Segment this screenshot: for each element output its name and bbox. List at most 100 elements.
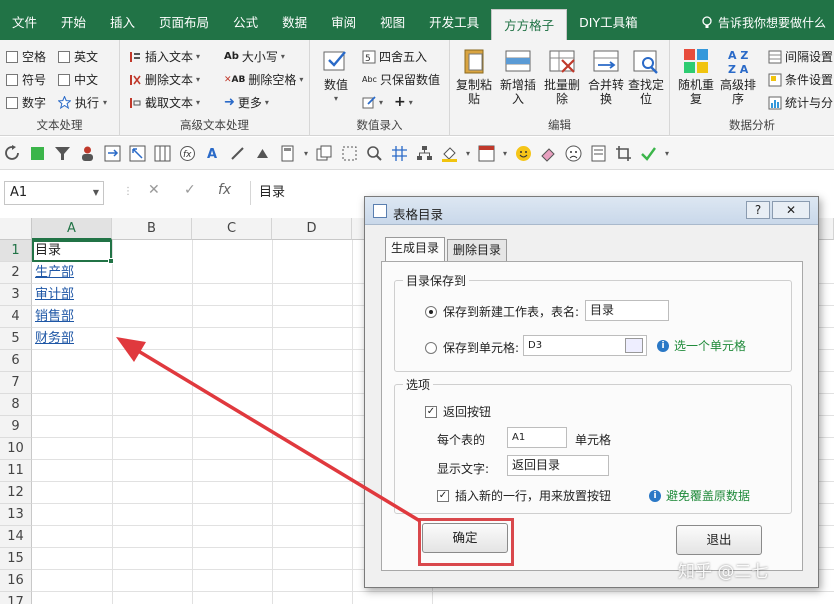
col-header-b[interactable]: B	[112, 218, 192, 240]
statistics-button[interactable]: 统计与分	[768, 94, 833, 111]
row-header[interactable]: 12	[0, 482, 32, 504]
tab-diy-toolbox[interactable]: DIY工具箱	[567, 0, 649, 40]
display-text-input[interactable]: 返回目录	[507, 455, 609, 476]
tab-delete-toc[interactable]: 删除目录	[447, 239, 508, 261]
table-arrows-icon[interactable]	[104, 145, 121, 162]
check-space[interactable]: 空格	[6, 48, 46, 65]
grid-icon[interactable]	[391, 145, 408, 162]
condition-settings-button[interactable]: 条件设置	[768, 71, 833, 88]
tab-file[interactable]: 文件	[0, 0, 49, 40]
sheet-name-input[interactable]: 目录	[585, 300, 669, 321]
select-range-icon[interactable]	[341, 145, 358, 162]
filter-icon[interactable]	[54, 145, 71, 162]
row-header[interactable]: 17	[0, 592, 32, 604]
tab-fangfanggezi[interactable]: 方方格子	[491, 9, 568, 40]
triangle-up-icon[interactable]	[254, 145, 271, 162]
tell-me-search[interactable]: 告诉我你想要做什么	[701, 14, 826, 31]
caret-icon[interactable]: ▾	[665, 149, 669, 158]
copy-icon[interactable]	[316, 145, 333, 162]
insert-text-button[interactable]: 插入文本 ▾	[128, 48, 200, 65]
checkbox[interactable]	[6, 73, 18, 86]
fill-handle[interactable]	[108, 258, 114, 264]
col-header-a[interactable]: A	[32, 218, 112, 240]
delete-spaces-button[interactable]: ✕AB 删除空格 ▾	[224, 71, 303, 88]
sheet-list-icon[interactable]	[590, 145, 607, 162]
radio-button[interactable]	[425, 305, 437, 318]
check-number[interactable]: 数字	[6, 94, 46, 111]
caret-icon[interactable]: ▾	[304, 149, 308, 158]
tab-review[interactable]: 审阅	[319, 0, 368, 40]
tab-insert[interactable]: 插入	[98, 0, 147, 40]
row-header[interactable]: 10	[0, 438, 32, 460]
dialog-title-bar[interactable]: 表格目录 ? ✕	[365, 197, 818, 225]
round-button[interactable]: 5 四舍五入	[362, 48, 427, 65]
refresh-icon[interactable]	[4, 144, 21, 162]
hierarchy-icon[interactable]	[416, 145, 433, 162]
numeric-button[interactable]: 数值 ▾	[316, 46, 356, 106]
select-all-corner[interactable]	[0, 218, 32, 240]
check-symbol[interactable]: 符号	[6, 71, 46, 88]
row-header[interactable]: 6	[0, 350, 32, 372]
help-button[interactable]: ?	[746, 201, 770, 219]
row-header[interactable]: 2	[0, 262, 32, 284]
find-locate-button[interactable]: 查找定位	[626, 46, 666, 106]
table-format-icon[interactable]	[478, 145, 495, 162]
checkbox[interactable]	[6, 50, 18, 63]
delete-text-button[interactable]: 删除文本 ▾	[128, 71, 200, 88]
col-header-c[interactable]: C	[192, 218, 272, 240]
execute-button[interactable]: 执行 ▾	[58, 94, 107, 111]
insert-function-icon[interactable]: fx	[218, 182, 231, 198]
random-repeat-button[interactable]: 随机重复	[676, 46, 716, 106]
checkbox[interactable]	[6, 96, 18, 109]
extract-text-button[interactable]: 截取文本 ▾	[128, 94, 200, 111]
tab-developer[interactable]: 开发工具	[417, 0, 491, 40]
radio-cell[interactable]: 保存到单元格:	[425, 339, 519, 356]
green-square-icon[interactable]	[29, 145, 46, 162]
checkbox-checked[interactable]: ✓	[437, 489, 449, 502]
insert-new-button[interactable]: 新增插入	[498, 46, 538, 106]
tab-view[interactable]: 视图	[368, 0, 417, 40]
magnifier-icon[interactable]	[366, 145, 383, 162]
cell-link-a2[interactable]: 生产部	[34, 262, 74, 284]
row-header[interactable]: 9	[0, 416, 32, 438]
check-english[interactable]: 英文	[58, 48, 98, 65]
advanced-sort-button[interactable]: A ZZ A 高级排序	[718, 46, 758, 106]
row-header[interactable]: 15	[0, 548, 32, 570]
fill-color-icon[interactable]	[441, 145, 458, 162]
caret-icon[interactable]: ▾	[503, 149, 507, 158]
tab-data[interactable]: 数据	[270, 0, 319, 40]
checkbox[interactable]	[58, 73, 70, 86]
cell-link-a5[interactable]: 财务部	[34, 328, 74, 350]
batch-delete-button[interactable]: 批量删除	[542, 46, 582, 106]
frown-icon[interactable]	[565, 145, 582, 162]
row-header[interactable]: 16	[0, 570, 32, 592]
name-box[interactable]: A1 ▼	[4, 181, 104, 205]
tab-formulas[interactable]: 公式	[221, 0, 270, 40]
tab-generate-toc[interactable]: 生成目录	[385, 237, 446, 261]
keep-numeric-button[interactable]: Abc 只保留数值	[362, 71, 440, 88]
row-header[interactable]: 4	[0, 306, 32, 328]
radio-button[interactable]	[425, 341, 437, 354]
range-picker-icon[interactable]	[625, 338, 643, 353]
checkbox-checked[interactable]: ✓	[425, 405, 437, 418]
per-table-cell-input[interactable]: A1	[507, 427, 567, 448]
row-header[interactable]: 13	[0, 504, 32, 526]
check-chinese[interactable]: 中文	[58, 71, 98, 88]
edit-dropdown-button[interactable]: ▾ + ▾	[362, 94, 413, 110]
formula-input[interactable]: 目录	[250, 181, 370, 205]
row-header[interactable]: 8	[0, 394, 32, 416]
close-button[interactable]: ✕	[772, 201, 810, 219]
radio-new-sheet[interactable]: 保存到新建工作表，表名:	[425, 303, 579, 320]
back-button-check[interactable]: ✓ 返回按钮	[425, 403, 491, 420]
cell-a1-value[interactable]: 目录	[34, 240, 61, 262]
chevron-down-icon[interactable]: ▼	[93, 182, 99, 204]
col-header-d[interactable]: D	[272, 218, 352, 240]
insert-row-check[interactable]: ✓ 插入新的一行，用来放置按钮	[437, 487, 611, 504]
cell-link-a3[interactable]: 审计部	[34, 284, 74, 306]
case-button[interactable]: Ab 大小写 ▾	[224, 48, 285, 65]
row-header[interactable]: 7	[0, 372, 32, 394]
confirm-icon[interactable]: ✓	[184, 182, 196, 198]
person-icon[interactable]	[79, 145, 96, 162]
resize-icon[interactable]	[129, 145, 146, 162]
caret-icon[interactable]: ▾	[466, 149, 470, 158]
